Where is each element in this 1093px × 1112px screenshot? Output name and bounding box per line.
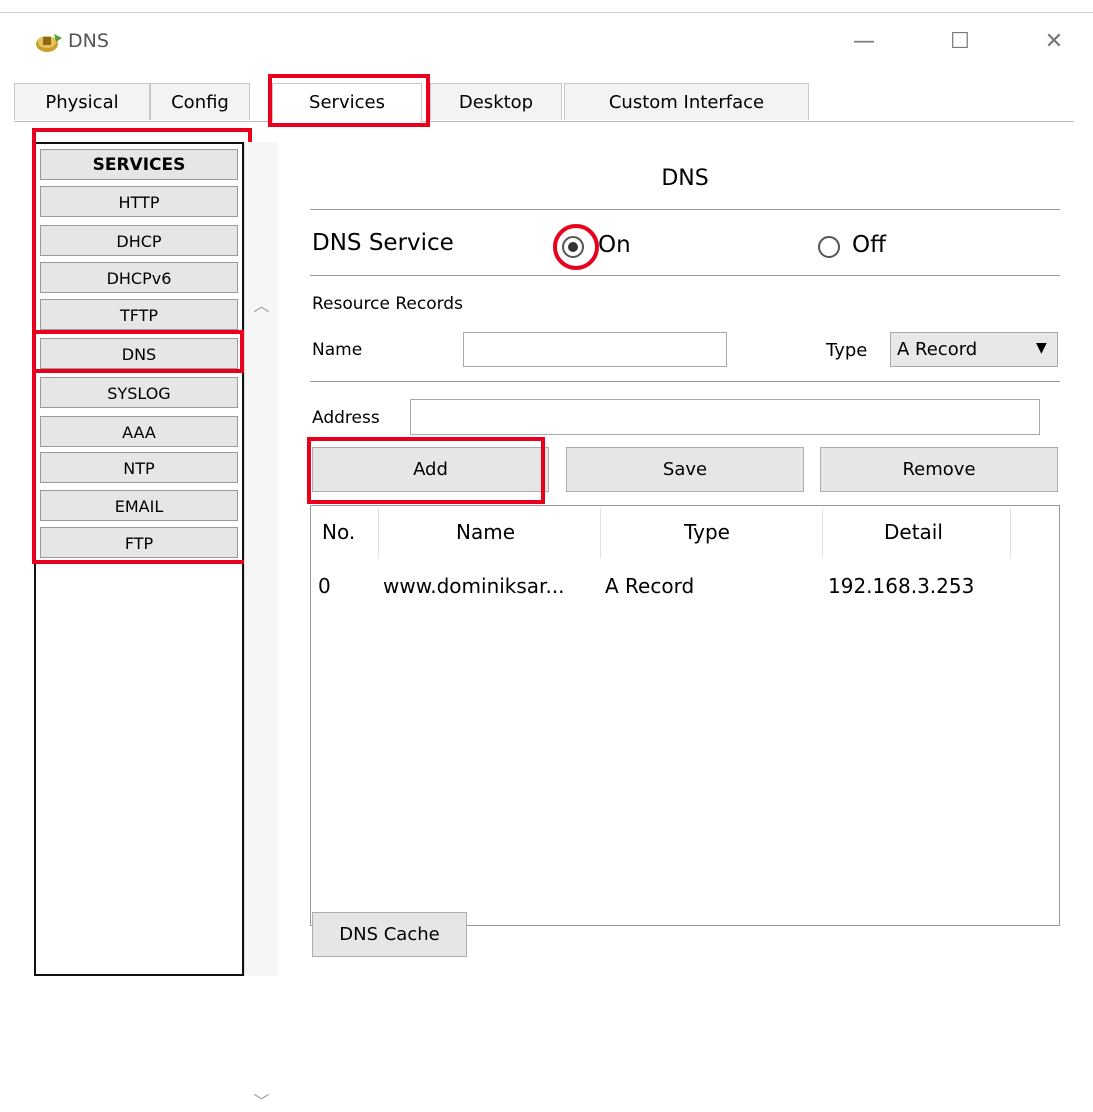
close-icon[interactable]: ✕ (1034, 24, 1074, 60)
column-header-name[interactable]: Name (456, 520, 515, 544)
column-header-type[interactable]: Type (684, 520, 730, 544)
column-separator (1010, 508, 1011, 558)
window-titlebar (0, 12, 1093, 77)
service-ntp-button[interactable]: NTP (40, 452, 238, 483)
tab-desktop[interactable]: Desktop (430, 83, 562, 120)
row-detail-cell[interactable]: 192.168.3.253 (828, 574, 974, 598)
column-separator (600, 508, 601, 558)
type-label: Type (826, 340, 868, 361)
service-syslog-button[interactable]: SYSLOG (40, 377, 238, 408)
scroll-down-chevron-icon[interactable]: ﹀ (245, 1088, 278, 1112)
service-tftp-button[interactable]: TFTP (40, 299, 238, 330)
window-title: DNS (68, 30, 109, 52)
row-name-cell[interactable]: www.dominiksar... (383, 574, 565, 598)
service-dhcpv6-button[interactable]: DHCPv6 (40, 262, 238, 293)
service-email-button[interactable]: EMAIL (40, 490, 238, 521)
minimize-icon[interactable]: — (844, 24, 884, 60)
row-type-cell[interactable]: A Record (605, 574, 694, 598)
dns-off-radio[interactable] (818, 236, 840, 258)
service-dns-button[interactable]: DNS (40, 338, 238, 369)
divider (310, 381, 1060, 382)
column-header-no[interactable]: No. (322, 520, 355, 544)
tab-services[interactable]: Services (272, 83, 422, 122)
add-button[interactable]: Add (312, 447, 549, 492)
divider (310, 275, 1060, 276)
dropdown-arrow-icon[interactable]: ▼ (1036, 340, 1047, 356)
dns-on-label: On (598, 232, 631, 258)
column-separator (822, 508, 823, 558)
services-header-button[interactable]: SERVICES (40, 149, 238, 180)
dns-on-radio[interactable] (562, 236, 584, 258)
tab-physical[interactable]: Physical (14, 83, 150, 120)
name-input[interactable] (463, 332, 727, 367)
dns-off-label: Off (852, 232, 886, 258)
scroll-up-chevron-icon[interactable]: ︿ (245, 292, 278, 316)
dns-heading: DNS (661, 166, 709, 191)
remove-button[interactable]: Remove (820, 447, 1058, 492)
name-label: Name (312, 340, 363, 360)
dns-records-table[interactable] (310, 505, 1060, 926)
address-input[interactable] (410, 399, 1040, 435)
service-aaa-button[interactable]: AAA (40, 416, 238, 447)
divider (310, 209, 1060, 210)
address-label: Address (312, 408, 380, 428)
services-scrollbar[interactable]: ︿ ﹀ (244, 142, 278, 1111)
tab-custom-interface[interactable]: Custom Interface (564, 83, 809, 120)
resource-records-label: Resource Records (312, 294, 463, 314)
column-header-detail[interactable]: Detail (884, 520, 943, 544)
service-http-button[interactable]: HTTP (40, 186, 238, 217)
row-no-cell[interactable]: 0 (318, 574, 331, 598)
tab-config[interactable]: Config (150, 83, 250, 120)
dns-service-label: DNS Service (312, 230, 454, 256)
save-button[interactable]: Save (566, 447, 804, 492)
maximize-icon[interactable]: ☐ (940, 24, 980, 60)
type-select[interactable]: A Record (890, 332, 1058, 367)
dns-cache-button[interactable]: DNS Cache (312, 912, 467, 957)
service-dhcp-button[interactable]: DHCP (40, 225, 238, 256)
column-separator (378, 508, 379, 558)
packet-tracer-server-icon (34, 28, 64, 58)
service-ftp-button[interactable]: FTP (40, 527, 238, 558)
